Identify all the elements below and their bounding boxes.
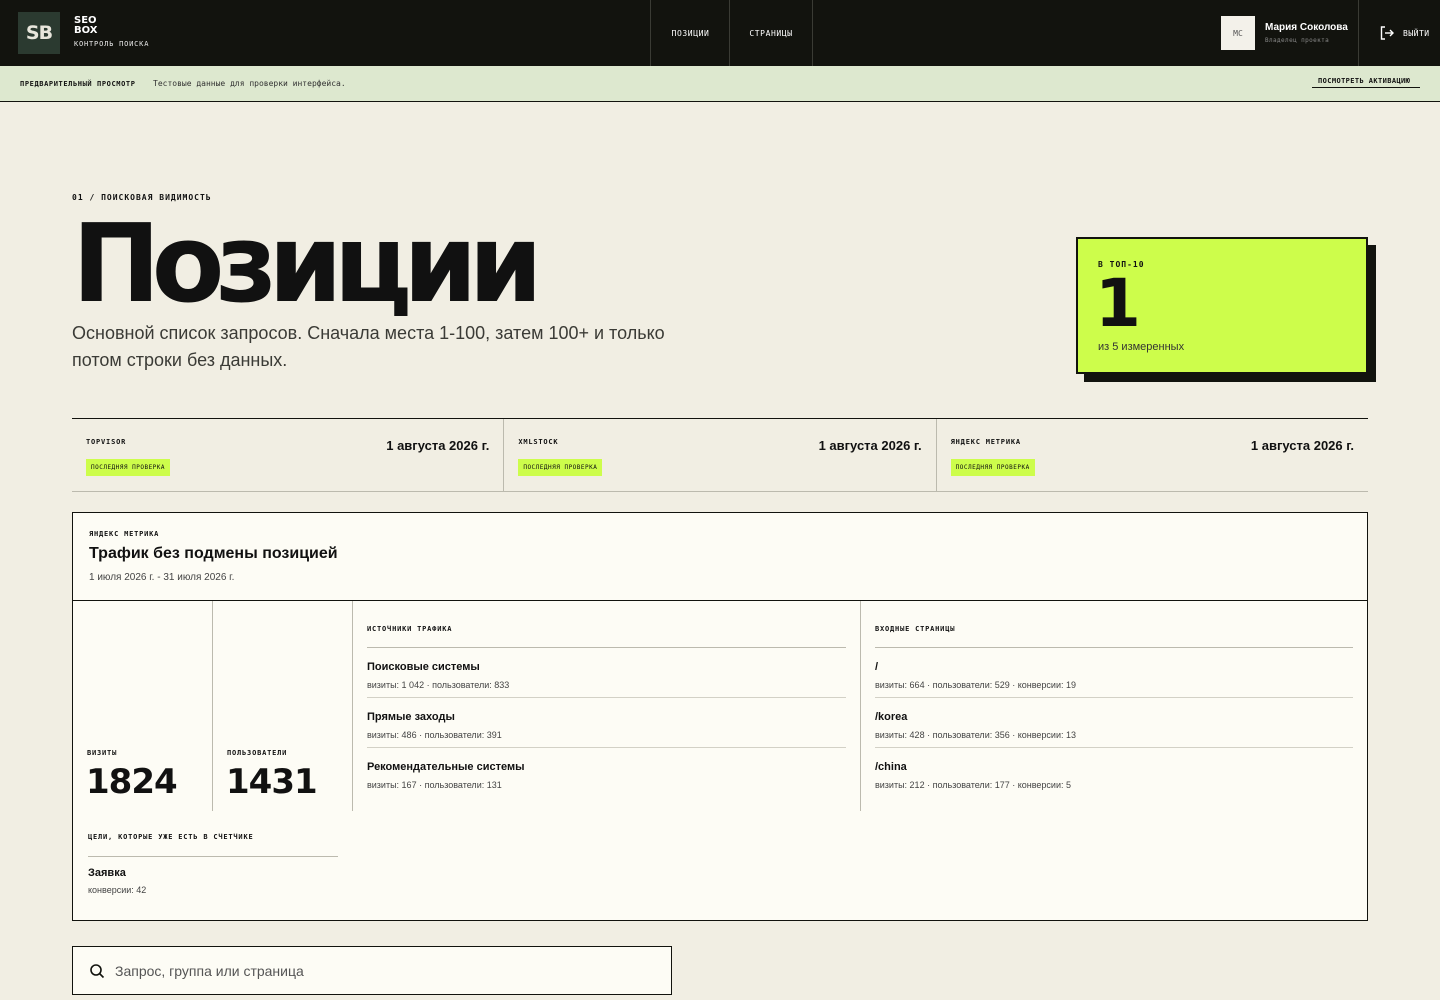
logout-label: ВЫЙТИ <box>1403 28 1430 38</box>
source-name: XMLSTOCK <box>518 438 559 446</box>
search-box <box>72 946 672 995</box>
list-item: Прямые заходы визиты: 486 · пользователи… <box>367 698 846 748</box>
top-bar: SB SEO BOX КОНТРОЛЬ ПОИСКА ПОЗИЦИИ СТРАН… <box>0 0 1440 66</box>
source-name: TOPVISOR <box>86 438 127 446</box>
page-subtitle: Основной список запросов. Сначала места … <box>72 323 665 370</box>
list-item-meta: визиты: 428 · пользователи: 356 · конвер… <box>875 730 1077 740</box>
preview-banner: ПРЕДВАРИТЕЛЬНЫЙ ПРОСМОТР Тестовые данные… <box>0 66 1440 102</box>
logo[interactable]: SB <box>18 12 60 54</box>
search-input[interactable] <box>115 947 655 994</box>
users-label: ПОЛЬЗОВАТЕЛИ <box>227 749 288 757</box>
list-item-name: Прямые заходы <box>367 711 455 723</box>
list-item: Поисковые системы визиты: 1 042 · пользо… <box>367 648 846 698</box>
visits-label: ВИЗИТЫ <box>87 749 118 757</box>
list-item-meta: визиты: 664 · пользователи: 529 · конвер… <box>875 680 1077 690</box>
goals-section: ЦЕЛИ, КОТОРЫЕ УЖЕ ЕСТЬ В СЧЕТЧИКЕ Заявка… <box>73 811 353 919</box>
logout-icon <box>1380 26 1394 40</box>
last-check-badge: ПОСЛЕДНЯЯ ПРОВЕРКА <box>518 459 603 476</box>
list-item-name: / <box>875 661 879 673</box>
goals-title: ЦЕЛИ, КОТОРЫЕ УЖЕ ЕСТЬ В СЧЕТЧИКЕ <box>88 833 254 841</box>
visits-stat: ВИЗИТЫ 1824 <box>73 601 213 811</box>
traffic-sources-title: ИСТОЧНИКИ ТРАФИКА <box>367 625 453 633</box>
list-item-meta: визиты: 167 · пользователи: 131 <box>367 780 502 790</box>
list-item-name: /korea <box>875 711 908 723</box>
divider <box>88 856 338 857</box>
list-item: / визиты: 664 · пользователи: 529 · конв… <box>875 648 1353 698</box>
last-check-badge: ПОСЛЕДНЯЯ ПРОВЕРКА <box>950 459 1035 476</box>
avatar[interactable]: МС <box>1221 16 1255 50</box>
source-date: 1 августа 2026 г. <box>386 438 490 453</box>
entry-pages: ВХОДНЫЕ СТРАНИЦЫ / визиты: 664 · пользов… <box>861 601 1367 811</box>
search-icon <box>90 964 105 979</box>
users-stat: ПОЛЬЗОВАТЕЛИ 1431 <box>213 601 353 811</box>
goal-name: Заявка <box>88 867 126 879</box>
view-activation-link[interactable]: ПОСМОТРЕТЬ АКТИВАЦИЮ <box>1312 77 1420 88</box>
source-xmlstock: XMLSTOCK ПОСЛЕДНЯЯ ПРОВЕРКА 1 августа 20… <box>504 419 937 491</box>
metrika-header: ЯНДЕКС МЕТРИКА Трафик без подмены позици… <box>73 513 1367 601</box>
metrika-eyebrow: ЯНДЕКС МЕТРИКА <box>89 530 160 538</box>
user-role: Владелец проекта <box>1265 37 1330 44</box>
source-topvisor: TOPVISOR ПОСЛЕДНЯЯ ПРОВЕРКА 1 августа 20… <box>72 419 505 491</box>
page-title: Позиции <box>72 202 543 327</box>
source-name: ЯНДЕКС МЕТРИКА <box>950 438 1021 446</box>
list-item: Рекомендательные системы визиты: 167 · п… <box>367 748 846 798</box>
goal-meta: конверсии: 42 <box>88 885 147 895</box>
logout-button[interactable]: ВЫЙТИ <box>1358 0 1440 66</box>
brand-name: SEO BOX <box>74 15 98 36</box>
list-item-name: Поисковые системы <box>367 661 480 673</box>
banner-text: Тестовые данные для проверки интерфейса. <box>153 79 346 88</box>
list-item-name: Рекомендательные системы <box>367 761 525 773</box>
source-status-row: TOPVISOR ПОСЛЕДНЯЯ ПРОВЕРКА 1 августа 20… <box>72 418 1368 492</box>
list-item-meta: визиты: 212 · пользователи: 177 · конвер… <box>875 780 1071 790</box>
list-item: /korea визиты: 428 · пользователи: 356 ·… <box>875 698 1353 748</box>
list-item-meta: визиты: 1 042 · пользователи: 833 <box>367 680 510 690</box>
visits-value: 1824 <box>86 762 178 802</box>
list-item: /china визиты: 212 · пользователи: 177 ·… <box>875 748 1353 798</box>
last-check-badge: ПОСЛЕДНЯЯ ПРОВЕРКА <box>86 459 171 476</box>
users-value: 1431 <box>226 762 318 802</box>
top10-note: из 5 измеренных <box>1098 341 1185 353</box>
tab-positions[interactable]: ПОЗИЦИИ <box>650 0 730 66</box>
source-yandex-metrika: ЯНДЕКС МЕТРИКА ПОСЛЕДНЯЯ ПРОВЕРКА 1 авгу… <box>937 419 1368 491</box>
top10-card: В ТОП-10 1 из 5 измеренных <box>1076 237 1368 374</box>
source-date: 1 августа 2026 г. <box>1250 438 1354 453</box>
list-item-meta: визиты: 486 · пользователи: 391 <box>367 730 502 740</box>
source-date: 1 августа 2026 г. <box>818 438 922 453</box>
list-item-name: /china <box>875 761 907 773</box>
brand-subtitle: КОНТРОЛЬ ПОИСКА <box>74 40 150 48</box>
tab-pages[interactable]: СТРАНИЦЫ <box>729 0 813 66</box>
banner-title: ПРЕДВАРИТЕЛЬНЫЙ ПРОСМОТР <box>20 80 136 88</box>
metrika-period: 1 июля 2026 г. - 31 июля 2026 г. <box>89 572 235 583</box>
brand: SEO BOX КОНТРОЛЬ ПОИСКА <box>74 15 150 49</box>
user-name: Мария Соколова <box>1265 22 1348 33</box>
metrika-title: Трафик без подмены позицией <box>89 545 338 562</box>
entry-pages-title: ВХОДНЫЕ СТРАНИЦЫ <box>875 625 956 633</box>
traffic-sources: ИСТОЧНИКИ ТРАФИКА Поисковые системы визи… <box>353 601 861 811</box>
top10-value: 1 <box>1095 265 1141 342</box>
metrika-panel: ЯНДЕКС МЕТРИКА Трафик без подмены позици… <box>72 512 1368 921</box>
